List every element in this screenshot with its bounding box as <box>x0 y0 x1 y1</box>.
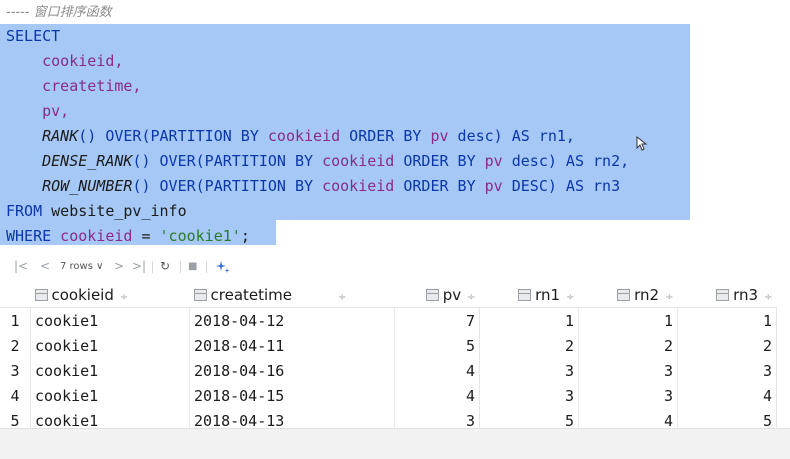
cell-rn1[interactable]: 2 <box>479 333 579 358</box>
sort-icon[interactable]: ÷ <box>338 292 346 303</box>
sql-line-where: WHERE cookieid = 'cookie1'; <box>6 227 250 245</box>
table-row[interactable]: 2 cookie1 2018-04-11 5 2 2 2 <box>0 333 777 358</box>
toolbar-divider <box>152 261 153 273</box>
column-header-pv[interactable]: pv ÷ <box>394 282 480 308</box>
cell-cookieid[interactable]: cookie1 <box>30 358 190 383</box>
cell-createtime[interactable]: 2018-04-15 <box>189 383 395 408</box>
sort-icon[interactable]: ÷ <box>467 292 475 303</box>
sql-line-rank: RANK() OVER(PARTITION BY cookieid ORDER … <box>42 127 575 145</box>
cell-rn3[interactable]: 2 <box>677 333 777 358</box>
rows-count-dropdown[interactable]: 7 rows ∨ <box>60 261 103 272</box>
cell-rn3[interactable]: 3 <box>677 358 777 383</box>
cell-pv[interactable]: 4 <box>394 383 480 408</box>
column-icon <box>193 289 207 301</box>
cell-rn2[interactable]: 1 <box>578 307 678 333</box>
refresh-icon[interactable]: ↻ <box>160 259 170 273</box>
cell-createtime[interactable]: 2018-04-12 <box>189 307 395 333</box>
sql-line-select: SELECT <box>6 27 61 45</box>
cell-pv[interactable]: 5 <box>394 333 480 358</box>
cell-cookieid[interactable]: cookie1 <box>30 307 190 333</box>
column-header-createtime[interactable]: createtime ÷ <box>189 282 395 308</box>
status-bar <box>0 428 790 459</box>
sort-icon[interactable]: ÷ <box>566 292 574 303</box>
toolbar-divider <box>180 261 181 273</box>
sparkle-icon[interactable] <box>216 260 230 274</box>
cell-rn3[interactable]: 1 <box>677 307 777 333</box>
cell-rn2[interactable]: 3 <box>578 383 678 408</box>
cell-createtime[interactable]: 2018-04-16 <box>189 358 395 383</box>
sort-icon[interactable]: ÷ <box>665 292 673 303</box>
sql-line-row-number: ROW_NUMBER() OVER(PARTITION BY cookieid … <box>42 177 621 195</box>
sql-line-from: FROM website_pv_info <box>6 202 187 220</box>
column-icon <box>34 289 48 301</box>
column-icon <box>716 289 730 301</box>
row-number: 4 <box>0 383 31 408</box>
cell-createtime[interactable]: 2018-04-11 <box>189 333 395 358</box>
column-header-rn3[interactable]: rn3 ÷ <box>677 282 777 308</box>
last-page-button[interactable]: >| <box>132 259 146 273</box>
column-header-rn1[interactable]: rn1 ÷ <box>479 282 579 308</box>
column-icon <box>617 289 631 301</box>
table-header-row: cookieid ÷ createtime ÷ pv ÷ rn1 ÷ rn2 ÷ rn3 ÷ <box>0 282 777 308</box>
first-page-button[interactable]: |< <box>14 259 28 273</box>
editor-comment: ----- 窗口排序函数 <box>6 5 112 20</box>
sort-icon[interactable]: ÷ <box>764 292 772 303</box>
column-header-cookieid[interactable]: cookieid ÷ <box>30 282 190 308</box>
cell-rn1[interactable]: 3 <box>479 358 579 383</box>
sql-line-pv: pv, <box>42 102 70 120</box>
cell-cookieid[interactable]: cookie1 <box>30 383 190 408</box>
row-number: 3 <box>0 358 31 383</box>
sql-editor[interactable]: ----- 窗口排序函数 SELECT cookieid, createtime… <box>0 0 790 250</box>
toolbar-divider <box>206 261 207 273</box>
row-number: 2 <box>0 333 31 358</box>
table-row[interactable]: 1 cookie1 2018-04-12 7 1 1 1 <box>0 307 777 333</box>
table-row[interactable]: 3 cookie1 2018-04-16 4 3 3 3 <box>0 358 777 383</box>
cell-rn1[interactable]: 3 <box>479 383 579 408</box>
table-row[interactable]: 4 cookie1 2018-04-15 4 3 3 4 <box>0 383 777 408</box>
cell-pv[interactable]: 7 <box>394 307 480 333</box>
stop-icon[interactable]: ■ <box>188 261 197 272</box>
cell-pv[interactable]: 4 <box>394 358 480 383</box>
mouse-pointer-icon <box>636 136 648 151</box>
column-header-rn2[interactable]: rn2 ÷ <box>578 282 678 308</box>
cell-rn3[interactable]: 4 <box>677 383 777 408</box>
sql-line-createtime: createtime, <box>42 77 142 95</box>
row-number-header <box>0 282 31 308</box>
sql-line-dense-rank: DENSE_RANK() OVER(PARTITION BY cookieid … <box>42 152 630 170</box>
results-table: cookieid ÷ createtime ÷ pv ÷ rn1 ÷ rn2 ÷ rn3 ÷… <box>0 282 777 433</box>
column-icon <box>425 289 439 301</box>
column-icon <box>518 289 532 301</box>
sql-line-cookieid: cookieid, <box>42 52 124 70</box>
cell-cookieid[interactable]: cookie1 <box>30 333 190 358</box>
prev-page-button[interactable]: < <box>40 259 50 273</box>
results-toolbar: |< < 7 rows ∨ > >| ↻ ■ <box>0 252 790 282</box>
cell-rn1[interactable]: 1 <box>479 307 579 333</box>
sort-icon[interactable]: ÷ <box>120 292 128 303</box>
row-number: 1 <box>0 307 31 333</box>
cell-rn2[interactable]: 3 <box>578 358 678 383</box>
cell-rn2[interactable]: 2 <box>578 333 678 358</box>
next-page-button[interactable]: > <box>114 259 124 273</box>
